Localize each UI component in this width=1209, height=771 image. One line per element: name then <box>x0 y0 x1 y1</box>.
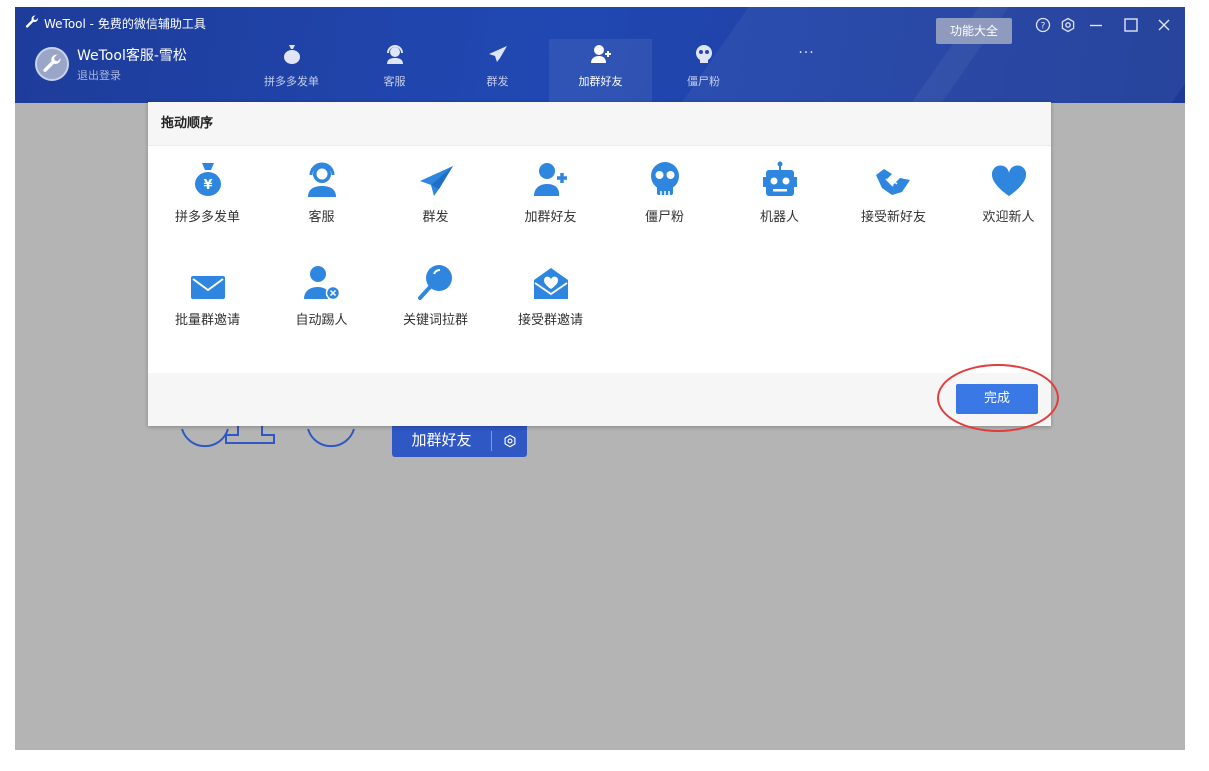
skull-icon <box>607 157 722 197</box>
more-icon: ··· <box>798 45 815 61</box>
main-nav: 拼多多发单 客服 群发 加群好友 僵尸粉 ··· <box>240 39 858 103</box>
app-title: WeTool - 免费的微信辅助工具 <box>25 15 206 32</box>
minimize-icon[interactable] <box>1088 17 1104 38</box>
skull-icon <box>695 43 713 65</box>
wrench-icon <box>43 54 61 72</box>
money-bag-icon: ¥ <box>150 157 265 197</box>
tile-accept-group-invite[interactable]: 接受群邀请 <box>493 260 608 350</box>
avatar[interactable] <box>35 47 69 81</box>
feature-list-button[interactable]: 功能大全 <box>936 18 1012 44</box>
nav-label: 客服 <box>383 75 406 88</box>
help-icon[interactable]: ? <box>1035 17 1051 38</box>
paper-plane-icon <box>488 43 508 65</box>
close-icon[interactable] <box>1156 17 1172 38</box>
tile-label: 自动踢人 <box>295 313 348 328</box>
tile-label: 群发 <box>422 210 449 225</box>
headset-icon <box>385 43 405 65</box>
highlight-annotation <box>937 364 1059 432</box>
user-panel: WeTool客服-雪松 退出登录 <box>35 45 187 83</box>
wrench-icon <box>25 15 39 32</box>
heart-icon <box>951 157 1066 197</box>
add-friends-button[interactable]: 加群好友 <box>392 425 527 457</box>
dialog-title: 拖动顺序 <box>148 102 1051 146</box>
headset-icon <box>264 157 379 197</box>
nav-label: 加群好友 <box>578 75 623 88</box>
tile-broadcast[interactable]: 群发 <box>378 157 493 247</box>
logout-link[interactable]: 退出登录 <box>77 67 187 83</box>
tile-label: 机器人 <box>759 210 799 225</box>
tile-robot[interactable]: 机器人 <box>722 157 837 247</box>
tile-label: 欢迎新人 <box>982 210 1035 225</box>
nav-label: 群发 <box>486 75 509 88</box>
dialog-footer: 完成 <box>148 373 1051 426</box>
svg-text:?: ? <box>1041 22 1046 32</box>
paper-plane-icon <box>378 157 493 197</box>
tile-keyword-group[interactable]: 关键词拉群 <box>378 260 493 350</box>
app-title-text: WeTool - 免费的微信辅助工具 <box>44 17 206 31</box>
tile-accept-friends[interactable]: 接受新好友 <box>836 157 951 247</box>
add-user-icon <box>493 157 608 197</box>
nav-item-zombie-fans[interactable]: 僵尸粉 <box>652 39 755 103</box>
tile-auto-kick[interactable]: 自动踢人 <box>264 260 379 350</box>
heart-envelope-icon <box>493 260 608 300</box>
envelope-icon <box>150 260 265 300</box>
drag-order-dialog: 拖动顺序 ¥ 拼多多发单 客服 群发 加群好友 僵尸粉 机器人 接受新好友 欢迎… <box>148 102 1051 426</box>
tile-welcome[interactable]: 欢迎新人 <box>951 157 1066 247</box>
maximize-icon[interactable] <box>1123 17 1139 38</box>
svg-text:¥: ¥ <box>203 178 212 193</box>
nav-item-add-friends[interactable]: 加群好友 <box>549 39 652 103</box>
nav-item-broadcast[interactable]: 群发 <box>446 39 549 103</box>
handshake-icon <box>836 157 951 197</box>
settings-icon[interactable] <box>1060 17 1076 38</box>
nav-item-service[interactable]: 客服 <box>343 39 446 103</box>
tile-label: 僵尸粉 <box>644 210 684 225</box>
add-user-icon <box>590 43 611 65</box>
robot-icon <box>722 157 837 197</box>
nav-label: 拼多多发单 <box>264 75 319 88</box>
tile-add-friends[interactable]: 加群好友 <box>493 157 608 247</box>
tile-label: 批量群邀请 <box>174 313 240 328</box>
tile-label: 关键词拉群 <box>402 313 468 328</box>
title-bar: WeTool - 免费的微信辅助工具 WeTool客服-雪松 退出登录 拼多多发… <box>15 7 1185 103</box>
nav-more[interactable]: ··· <box>755 39 858 103</box>
nav-label: 僵尸粉 <box>687 75 720 88</box>
user-name: WeTool客服-雪松 <box>77 48 187 64</box>
tile-pdd[interactable]: ¥ 拼多多发单 <box>150 157 265 247</box>
tile-label: 接受新好友 <box>860 210 926 225</box>
remove-user-icon <box>264 260 379 300</box>
add-friends-button-label[interactable]: 加群好友 <box>392 425 491 457</box>
money-bag-icon <box>283 43 301 65</box>
tile-service[interactable]: 客服 <box>264 157 379 247</box>
nav-item-pdd[interactable]: 拼多多发单 <box>240 39 343 103</box>
background-illustration <box>180 425 360 459</box>
tile-batch-invite[interactable]: 批量群邀请 <box>150 260 265 350</box>
tile-label: 接受群邀请 <box>517 313 583 328</box>
app-window: WeTool - 免费的微信辅助工具 WeTool客服-雪松 退出登录 拼多多发… <box>15 7 1185 750</box>
tile-zombie-fans[interactable]: 僵尸粉 <box>607 157 722 247</box>
tile-label: 客服 <box>308 210 335 225</box>
search-icon <box>378 260 493 300</box>
settings-icon[interactable] <box>492 425 527 457</box>
tile-label: 加群好友 <box>524 210 577 225</box>
tile-label: 拼多多发单 <box>174 210 240 225</box>
